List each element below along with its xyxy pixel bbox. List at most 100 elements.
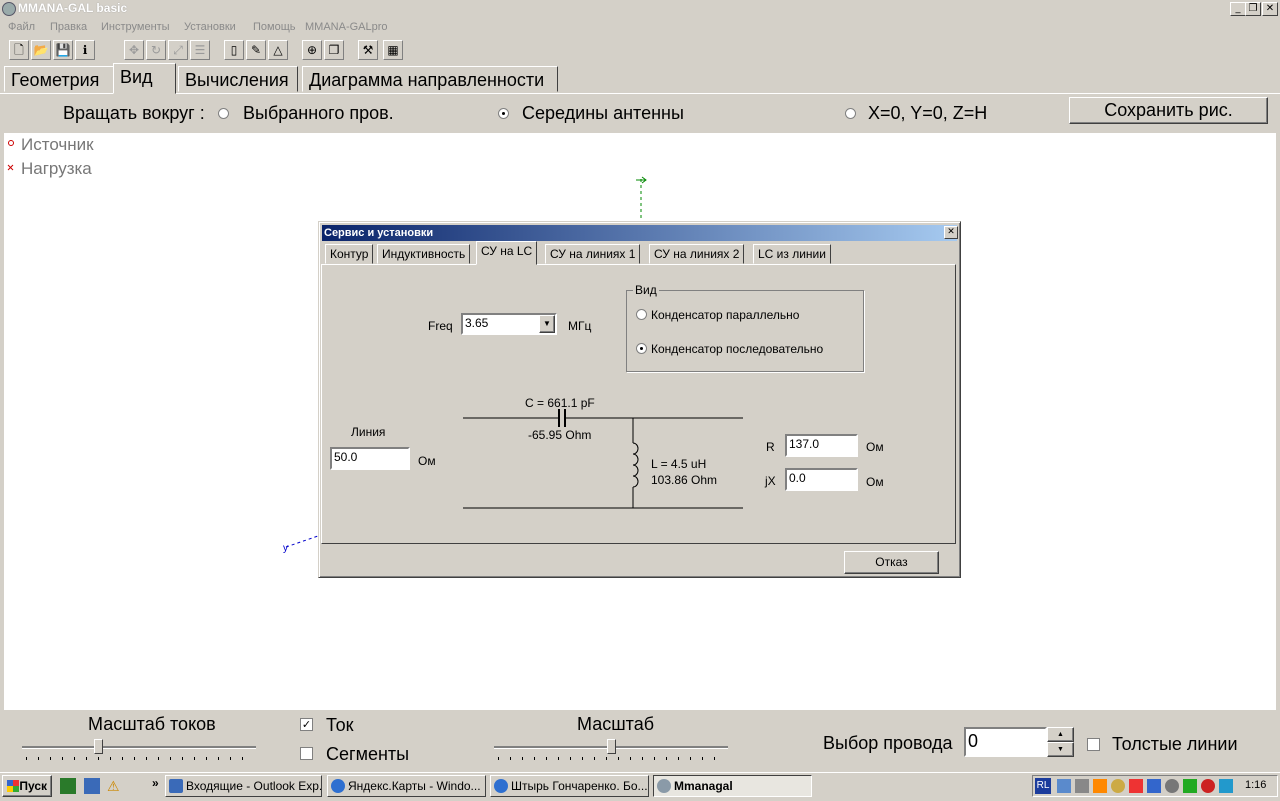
start-button[interactable]: Пуск [2, 775, 52, 797]
dialog-panel: Freq 3.65 ▼ МГц Вид Конденсатор параллел… [321, 264, 956, 544]
load-marker-icon [7, 164, 14, 171]
r-input[interactable]: 137.0 [785, 434, 858, 457]
line-impedance-input[interactable]: 50.0 [330, 447, 410, 470]
app-tray-icon[interactable] [1111, 779, 1125, 793]
tab-geometry[interactable]: Геометрия [4, 66, 114, 92]
y-axis-marker-icon: y [283, 543, 288, 554]
task-yandex-maps[interactable]: Яндекс.Карты - Windo... [327, 775, 486, 797]
outlook-icon [169, 779, 183, 793]
dialog-tab-lc-match[interactable]: СУ на LC [476, 241, 538, 265]
menu-tools[interactable]: Инструменты [101, 21, 170, 33]
antivirus-tray-icon[interactable] [1129, 779, 1143, 793]
menu-edit[interactable]: Правка [50, 21, 87, 33]
wire-select-up-icon[interactable]: ▲ [1047, 727, 1074, 742]
restore-button[interactable]: ❐ [1245, 2, 1261, 16]
save-disk-icon[interactable]: 💾 [53, 40, 73, 60]
calculator-icon[interactable]: ▦ [383, 40, 403, 60]
task-browser-label: Штырь Гончаренко. Бо... [511, 779, 648, 793]
quicklaunch-more-icon[interactable]: » [152, 776, 159, 790]
tab-calculations[interactable]: Вычисления [178, 66, 298, 92]
clock: 1:16 [1245, 779, 1267, 791]
taskbar: Пуск ⚠ » Входящие - Outlook Exp... Яндек… [0, 772, 1280, 801]
quicklaunch-app2-icon[interactable] [84, 778, 100, 794]
task-browser[interactable]: Штырь Гончаренко. Бо... [490, 775, 649, 797]
dialog-tab-contour[interactable]: Контур [325, 244, 374, 264]
scale-thumb[interactable] [607, 739, 616, 754]
wire-select-input[interactable]: 0 [964, 727, 1047, 757]
current-scale-thumb[interactable] [94, 739, 103, 754]
volume-tray-icon[interactable] [1075, 779, 1089, 793]
stretch-icon[interactable]: ⤢ [168, 40, 188, 60]
dialog-tab-line-match-2[interactable]: СУ на линиях 2 [649, 244, 745, 264]
bluetooth-tray-icon[interactable] [1147, 779, 1161, 793]
menu-help[interactable]: Помощь [253, 21, 296, 33]
wire-select-down-icon[interactable]: ▼ [1047, 742, 1074, 757]
rotate-icon[interactable]: ↻ [146, 40, 166, 60]
cancel-button[interactable]: Отказ [844, 551, 939, 574]
triangle-icon[interactable]: △ [268, 40, 288, 60]
messenger-tray-icon[interactable] [1219, 779, 1233, 793]
r-unit: Ом [866, 440, 884, 454]
toolbar: 🗋 📂 💾 ℹ ✥ ↻ ⤢ ☰ ▯ ✎ △ ⊕ ❐ ⚒ ▦ [0, 38, 1280, 64]
update-tray-icon[interactable] [1093, 779, 1107, 793]
dialog-tab-line-match-1[interactable]: СУ на линиях 1 [545, 244, 641, 264]
jx-input[interactable]: 0.0 [785, 468, 858, 491]
tab-radiation-pattern[interactable]: Диаграмма направленности [302, 66, 558, 92]
page-icon[interactable]: ▯ [224, 40, 244, 60]
info-icon[interactable]: ℹ [75, 40, 95, 60]
mmana-icon [657, 779, 671, 793]
dialog-tab-inductance[interactable]: Индуктивность [377, 244, 471, 264]
source-marker-icon [8, 140, 14, 146]
open-folder-icon[interactable]: 📂 [31, 40, 51, 60]
align-icon[interactable]: ☰ [190, 40, 210, 60]
service-dialog: Сервис и установки ✕ Контур Индуктивност… [318, 221, 961, 578]
rotate-radio-origin[interactable] [845, 108, 856, 119]
inductor-reactance: 103.86 Ohm [651, 473, 718, 487]
thick-lines-checkbox[interactable] [1087, 738, 1100, 751]
line-unit: Ом [418, 454, 436, 468]
target-icon[interactable]: ⊕ [302, 40, 322, 60]
rotate-radio-wire[interactable] [218, 108, 229, 119]
settings-tray-icon[interactable] [1165, 779, 1179, 793]
copy-icon[interactable]: ❐ [324, 40, 344, 60]
task-outlook-label: Входящие - Outlook Exp... [186, 779, 322, 793]
legend-source: Источник [21, 135, 94, 154]
quicklaunch-warning-icon[interactable]: ⚠ [107, 778, 123, 794]
close-button[interactable]: ✕ [1262, 2, 1278, 16]
jx-label: jX [765, 474, 776, 488]
dialog-title-bar: Сервис и установки ✕ [322, 225, 958, 241]
draw-icon[interactable]: ✎ [246, 40, 266, 60]
status-tray-icon[interactable] [1183, 779, 1197, 793]
save-picture-button[interactable]: Сохранить рис. [1069, 97, 1268, 124]
jx-unit: Ом [866, 475, 884, 489]
dialog-close-button[interactable]: ✕ [944, 226, 958, 239]
network-tray-icon[interactable] [1057, 779, 1071, 793]
opera-tray-icon[interactable] [1201, 779, 1215, 793]
new-file-icon[interactable]: 🗋 [9, 40, 29, 60]
rotate-option-origin[interactable]: X=0, Y=0, Z=H [868, 103, 987, 124]
menu-file[interactable]: Файл [8, 21, 35, 33]
task-mmanagal[interactable]: Mmanagal [653, 775, 812, 797]
minimize-button[interactable]: _ [1230, 2, 1246, 16]
rotate-radio-center[interactable] [498, 108, 509, 119]
menu-settings[interactable]: Установки [184, 21, 236, 33]
rotate-option-wire[interactable]: Выбранного пров. [243, 103, 394, 124]
language-indicator[interactable]: RL [1035, 778, 1051, 794]
capacitor-reactance: -65.95 Ohm [528, 428, 592, 442]
menu-pro[interactable]: MMANA-GALpro [305, 21, 388, 33]
current-scale-slider[interactable] [22, 738, 256, 760]
lc-circuit-diagram [463, 409, 743, 509]
rotate-option-center[interactable]: Середины антенны [522, 103, 684, 124]
segments-checkbox[interactable] [300, 747, 313, 760]
move-icon[interactable]: ✥ [124, 40, 144, 60]
rotate-label: Вращать вокруг : [63, 103, 205, 123]
tools-icon[interactable]: ⚒ [358, 40, 378, 60]
bottom-panel: Масштаб токов ✓ Ток Сегменты Масштаб Выб… [0, 710, 1280, 772]
inductor-label: L = 4.5 uH [651, 457, 707, 471]
scale-slider[interactable] [494, 738, 728, 760]
tab-view[interactable]: Вид [113, 63, 176, 94]
dialog-tab-lc-from-line[interactable]: LC из линии [753, 244, 831, 264]
task-outlook[interactable]: Входящие - Outlook Exp... [165, 775, 322, 797]
current-checkbox[interactable]: ✓ [300, 718, 313, 731]
quicklaunch-app-icon[interactable] [60, 778, 76, 794]
